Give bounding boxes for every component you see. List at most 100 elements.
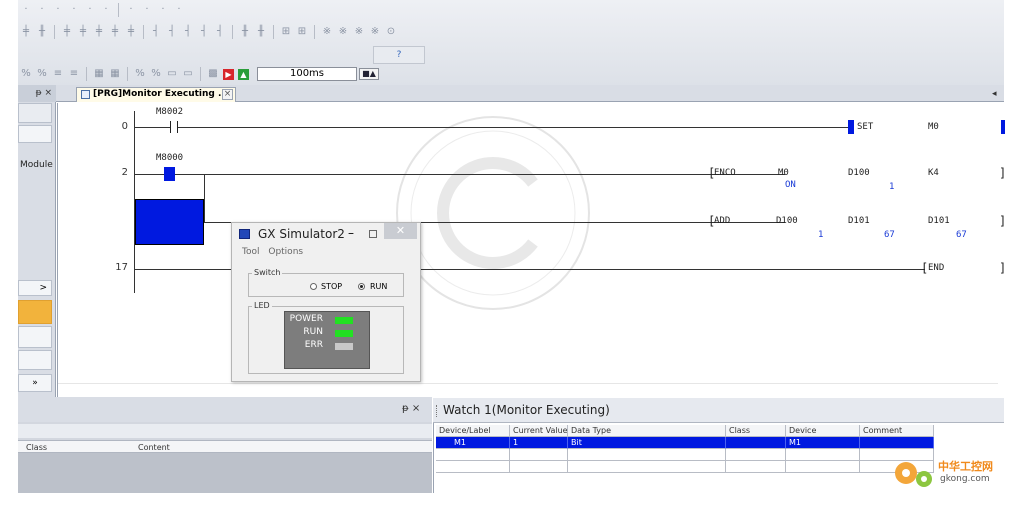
column-device[interactable]: Device: [786, 425, 860, 437]
gx-simulator-window[interactable]: GX Simulator2 – ✕ Tool Options Switch ST…: [231, 222, 421, 382]
column-device-label[interactable]: Device/Label: [436, 425, 510, 437]
column-current-value[interactable]: Current Value: [510, 425, 568, 437]
ladder-edit-icon[interactable]: ※: [337, 27, 349, 37]
instruction-operand[interactable]: D101: [848, 216, 870, 226]
instruction-operand[interactable]: M0: [778, 168, 789, 178]
watch-grip[interactable]: [436, 405, 438, 417]
menu-options[interactable]: Options: [268, 247, 303, 257]
tab-scroll-icon[interactable]: ◂: [992, 89, 997, 99]
output-pane-pin-close[interactable]: ᵽ ×: [402, 403, 420, 414]
nav-item[interactable]: [18, 350, 52, 370]
cell-current-value[interactable]: 1: [510, 437, 568, 449]
ladder-editor[interactable]: 0 M8002 SET M0 2 M8000 [ ENCO M0 ON D100…: [57, 103, 1006, 397]
simulation-start-icon[interactable]: ▶: [223, 68, 234, 80]
toolbar-icon[interactable]: ·: [68, 5, 80, 15]
empty-cell[interactable]: [786, 449, 860, 461]
toolbar-icon[interactable]: ·: [141, 5, 153, 15]
nav-item-module[interactable]: Module: [20, 160, 53, 170]
monitor-icon[interactable]: ≡: [52, 69, 64, 79]
navigation-pane-pin-close[interactable]: ᵽ ×: [18, 85, 56, 102]
empty-cell[interactable]: [510, 461, 568, 473]
monitor-icon[interactable]: ▭: [166, 69, 178, 79]
instruction-name[interactable]: SET: [857, 122, 873, 132]
watch-row[interactable]: M1 1 Bit M1: [436, 437, 934, 449]
empty-cell[interactable]: [436, 449, 510, 461]
ladder-edit-icon[interactable]: ┤: [182, 27, 194, 37]
run-radio[interactable]: [358, 283, 365, 290]
ladder-edit-icon[interactable]: ╫: [255, 27, 267, 37]
cell-data-type[interactable]: Bit: [568, 437, 726, 449]
selected-cell-cursor[interactable]: [135, 199, 204, 245]
toolbar-icon[interactable]: ·: [100, 5, 112, 15]
instruction-operand[interactable]: D100: [776, 216, 798, 226]
monitor-icon[interactable]: ▦: [93, 69, 105, 79]
empty-cell[interactable]: [726, 449, 786, 461]
ladder-edit-icon[interactable]: ※: [353, 27, 365, 37]
monitor-icon[interactable]: %: [36, 69, 48, 79]
ladder-edit-icon[interactable]: ╪: [125, 27, 137, 37]
monitor-icon[interactable]: ▭: [182, 69, 194, 79]
toolbar-icon[interactable]: ·: [157, 5, 169, 15]
empty-cell[interactable]: [436, 461, 510, 473]
toolbar-icon[interactable]: ·: [125, 5, 137, 15]
apply-interval-button[interactable]: ■▲: [359, 68, 379, 80]
cell-comment[interactable]: [860, 437, 934, 449]
toolbar-icon[interactable]: ·: [173, 5, 185, 15]
ladder-edit-icon[interactable]: ╫: [239, 27, 251, 37]
ladder-edit-icon[interactable]: ┤: [150, 27, 162, 37]
nav-item[interactable]: [18, 326, 52, 348]
ladder-edit-icon[interactable]: ※: [369, 27, 381, 37]
ladder-edit-icon[interactable]: ┤: [198, 27, 210, 37]
ladder-edit-icon[interactable]: ⊞: [296, 27, 308, 37]
column-class[interactable]: Class: [26, 443, 47, 452]
ladder-edit-icon[interactable]: ╪: [61, 27, 73, 37]
empty-cell[interactable]: [568, 449, 726, 461]
tab-program-monitor[interactable]: [PRG]Monitor Executing ...: [76, 87, 236, 102]
contact-on-highlight[interactable]: [164, 167, 175, 181]
ladder-edit-icon[interactable]: ┤: [166, 27, 178, 37]
ladder-edit-icon[interactable]: ⊙: [385, 27, 397, 37]
toolbar-icon[interactable]: ·: [20, 5, 32, 15]
column-data-type[interactable]: Data Type: [568, 425, 726, 437]
tab-close-icon[interactable]: ×: [222, 89, 233, 100]
ladder-edit-icon[interactable]: ┤: [214, 27, 226, 37]
instruction-name[interactable]: ENCO: [714, 168, 736, 178]
cell-device-label[interactable]: M1: [436, 437, 510, 449]
instruction-operand[interactable]: M0: [928, 122, 939, 132]
watch-empty-row[interactable]: [436, 461, 934, 473]
instruction-operand[interactable]: D100: [848, 168, 870, 178]
nav-item[interactable]: [18, 125, 52, 143]
cell-class[interactable]: [726, 437, 786, 449]
column-content[interactable]: Content: [138, 443, 170, 452]
stop-radio[interactable]: [310, 283, 317, 290]
column-class[interactable]: Class: [726, 425, 786, 437]
ladder-edit-icon[interactable]: ⊞: [280, 27, 292, 37]
ladder-edit-icon[interactable]: ╪: [20, 27, 32, 37]
instruction-name[interactable]: ADD: [714, 216, 730, 226]
empty-cell[interactable]: [568, 461, 726, 473]
toolbar-icon[interactable]: ·: [52, 5, 64, 15]
simulation-step-icon[interactable]: ▲: [238, 68, 249, 80]
watch-empty-row[interactable]: [436, 449, 934, 461]
toolbar-icon[interactable]: ·: [84, 5, 96, 15]
instruction-operand[interactable]: K4: [928, 168, 939, 178]
minimize-button[interactable]: –: [348, 226, 354, 240]
ladder-edit-icon[interactable]: ╪: [77, 27, 89, 37]
simulator-icon[interactable]: ▩: [207, 69, 219, 79]
monitor-interval-input[interactable]: 100ms: [257, 67, 357, 81]
menu-tool[interactable]: Tool: [242, 247, 259, 257]
nav-more-button[interactable]: »: [18, 374, 52, 392]
nav-expand-button[interactable]: >: [18, 280, 52, 296]
close-button[interactable]: ✕: [384, 223, 417, 239]
ladder-edit-icon[interactable]: ╪: [109, 27, 121, 37]
empty-cell[interactable]: [510, 449, 568, 461]
empty-cell[interactable]: [726, 461, 786, 473]
column-comment[interactable]: Comment: [860, 425, 934, 437]
ladder-edit-icon[interactable]: ※: [321, 27, 333, 37]
instruction-name[interactable]: END: [928, 263, 944, 273]
cell-device[interactable]: M1: [786, 437, 860, 449]
maximize-button[interactable]: [369, 230, 377, 238]
help-button[interactable]: ?: [373, 46, 425, 64]
monitor-icon[interactable]: %: [134, 69, 146, 79]
toolbar-icon[interactable]: ·: [36, 5, 48, 15]
